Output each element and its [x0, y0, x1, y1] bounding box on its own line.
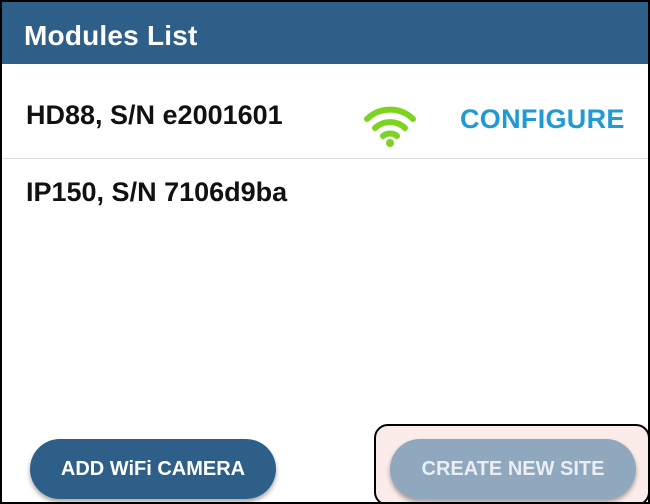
module-row-hd88[interactable]: HD88, S/N e2001601 CONFIGURE — [2, 64, 648, 159]
configure-button[interactable]: CONFIGURE — [460, 104, 625, 135]
app-window: Modules List HD88, S/N e2001601 CONFIGUR… — [0, 0, 650, 504]
app-header: Modules List — [2, 2, 648, 64]
module-row-ip150[interactable]: IP150, S/N 7106d9ba — [2, 159, 648, 253]
module-name: HD88, S/N e2001601 — [26, 100, 283, 130]
create-new-site-button[interactable]: CREATE NEW SITE — [390, 439, 636, 499]
module-name: IP150, S/N 7106d9ba — [26, 177, 288, 207]
add-wifi-camera-button[interactable]: ADD WiFi CAMERA — [30, 439, 276, 499]
wifi-icon — [364, 106, 416, 147]
page-title: Modules List — [24, 20, 198, 51]
modules-list: HD88, S/N e2001601 CONFIGURE IP150, S/N … — [2, 64, 648, 253]
